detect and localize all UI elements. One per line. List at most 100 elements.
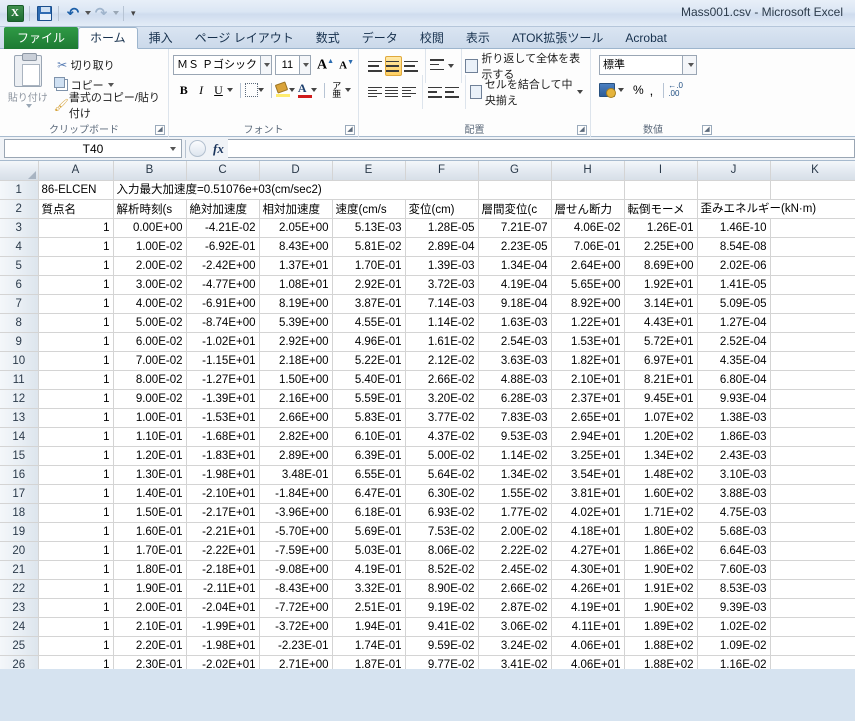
paste-dropdown-icon[interactable] <box>25 104 32 108</box>
tab-acrobat[interactable]: Acrobat <box>614 28 677 49</box>
cell-d20[interactable]: -7.59E+00 <box>259 541 333 561</box>
insert-function-icon[interactable]: fx <box>209 141 228 157</box>
cell-g5[interactable]: 1.34E-04 <box>478 256 552 276</box>
cell-h5[interactable]: 2.64E+00 <box>551 256 625 276</box>
row-header-11[interactable]: 11 <box>0 370 39 390</box>
cell-k10[interactable] <box>770 351 855 371</box>
cell-g21[interactable]: 2.45E-02 <box>478 560 552 580</box>
cell-i24[interactable]: 1.89E+02 <box>624 617 698 637</box>
cell-i20[interactable]: 1.86E+02 <box>624 541 698 561</box>
cell-i18[interactable]: 1.71E+02 <box>624 503 698 523</box>
cell-i12[interactable]: 9.45E+01 <box>624 389 698 409</box>
cell-k8[interactable] <box>770 313 855 333</box>
cell-h4[interactable]: 7.06E-01 <box>551 237 625 257</box>
cell-e12[interactable]: 5.59E-01 <box>332 389 406 409</box>
cell-b26[interactable]: 2.30E-01 <box>113 655 187 669</box>
name-box[interactable]: T40 <box>4 139 182 158</box>
row-header-7[interactable]: 7 <box>0 294 39 314</box>
cell-j25[interactable]: 1.09E-02 <box>697 636 771 656</box>
cell-a11[interactable]: 1 <box>38 370 114 390</box>
cell-d9[interactable]: 2.92E+00 <box>259 332 333 352</box>
cell-j18[interactable]: 4.75E-03 <box>697 503 771 523</box>
cell-b15[interactable]: 1.20E-01 <box>113 446 187 466</box>
cell-e3[interactable]: 5.13E-03 <box>332 218 406 238</box>
cell-k23[interactable] <box>770 598 855 618</box>
column-header-a[interactable]: A <box>38 161 114 181</box>
cell-f20[interactable]: 8.06E-02 <box>405 541 479 561</box>
cell-e23[interactable]: 2.51E-01 <box>332 598 406 618</box>
column-header-g[interactable]: G <box>478 161 552 181</box>
cell-k20[interactable] <box>770 541 855 561</box>
cell-a21[interactable]: 1 <box>38 560 114 580</box>
cell-c19[interactable]: -2.21E+01 <box>186 522 260 542</box>
redo-icon[interactable]: ↷ <box>91 3 111 23</box>
cell-h17[interactable]: 3.81E+01 <box>551 484 625 504</box>
cell-a10[interactable]: 1 <box>38 351 114 371</box>
cell-a18[interactable]: 1 <box>38 503 114 523</box>
cell-c18[interactable]: -2.17E+01 <box>186 503 260 523</box>
cell-k6[interactable] <box>770 275 855 295</box>
cell-h12[interactable]: 2.37E+01 <box>551 389 625 409</box>
cell-i14[interactable]: 1.20E+02 <box>624 427 698 447</box>
comma-style-button[interactable]: , <box>650 83 654 98</box>
cell-g1[interactable] <box>478 180 552 200</box>
grow-font-icon[interactable]: A▲ <box>317 57 334 74</box>
cell-f6[interactable]: 3.72E-03 <box>405 275 479 295</box>
cell-i15[interactable]: 1.34E+02 <box>624 446 698 466</box>
number-format-dropdown-icon[interactable] <box>683 55 697 75</box>
cell-k22[interactable] <box>770 579 855 599</box>
cell-a12[interactable]: 1 <box>38 389 114 409</box>
row-header-17[interactable]: 17 <box>0 484 39 504</box>
cell-g17[interactable]: 1.55E-02 <box>478 484 552 504</box>
tab-data[interactable]: データ <box>351 28 409 49</box>
cell-a13[interactable]: 1 <box>38 408 114 428</box>
row-header-4[interactable]: 4 <box>0 237 39 257</box>
cell-k17[interactable] <box>770 484 855 504</box>
cell-i26[interactable]: 1.88E+02 <box>624 655 698 669</box>
cell-h13[interactable]: 2.65E+01 <box>551 408 625 428</box>
cell-g9[interactable]: 2.54E-03 <box>478 332 552 352</box>
merge-center-dropdown-icon[interactable] <box>577 90 584 94</box>
row-header-15[interactable]: 15 <box>0 446 39 466</box>
cell-g12[interactable]: 6.28E-03 <box>478 389 552 409</box>
select-all-button[interactable] <box>0 161 39 181</box>
decrease-indent-icon[interactable] <box>427 82 443 102</box>
cell-f17[interactable]: 6.30E-02 <box>405 484 479 504</box>
cell-k26[interactable] <box>770 655 855 669</box>
cell-g4[interactable]: 2.23E-05 <box>478 237 552 257</box>
cell-d15[interactable]: 2.89E+00 <box>259 446 333 466</box>
cell-d14[interactable]: 2.82E+00 <box>259 427 333 447</box>
tab-insert[interactable]: 挿入 <box>138 28 184 49</box>
cell-i17[interactable]: 1.60E+02 <box>624 484 698 504</box>
cell-d26[interactable]: 2.71E+00 <box>259 655 333 669</box>
cell-a16[interactable]: 1 <box>38 465 114 485</box>
cell-b9[interactable]: 6.00E-02 <box>113 332 187 352</box>
cell-c2[interactable]: 絶対加速度 <box>186 199 260 219</box>
cell-b19[interactable]: 1.60E-01 <box>113 522 187 542</box>
cell-j14[interactable]: 1.86E-03 <box>697 427 771 447</box>
cell-f3[interactable]: 1.28E-05 <box>405 218 479 238</box>
cell-e4[interactable]: 5.81E-02 <box>332 237 406 257</box>
cell-k4[interactable] <box>770 237 855 257</box>
cell-i22[interactable]: 1.91E+02 <box>624 579 698 599</box>
cell-c4[interactable]: -6.92E-01 <box>186 237 260 257</box>
cell-i1[interactable] <box>624 180 698 200</box>
cell-b5[interactable]: 2.00E-02 <box>113 256 187 276</box>
borders-dropdown-icon[interactable] <box>258 88 265 92</box>
cell-i16[interactable]: 1.48E+02 <box>624 465 698 485</box>
customize-qat-icon[interactable]: ▾ <box>128 8 136 19</box>
fill-color-icon[interactable] <box>274 81 290 97</box>
font-dialog-launcher[interactable]: ◢ <box>345 125 355 135</box>
cell-c23[interactable]: -2.04E+01 <box>186 598 260 618</box>
cell-e2[interactable]: 速度(cm/s <box>332 199 406 219</box>
cell-k12[interactable] <box>770 389 855 409</box>
cell-c26[interactable]: -2.02E+01 <box>186 655 260 669</box>
cell-a19[interactable]: 1 <box>38 522 114 542</box>
cell-d12[interactable]: 2.16E+00 <box>259 389 333 409</box>
cell-j13[interactable]: 1.38E-03 <box>697 408 771 428</box>
cell-h26[interactable]: 4.06E+01 <box>551 655 625 669</box>
row-header-22[interactable]: 22 <box>0 579 39 599</box>
cell-h9[interactable]: 1.53E+01 <box>551 332 625 352</box>
cell-d5[interactable]: 1.37E+01 <box>259 256 333 276</box>
cell-j15[interactable]: 2.43E-03 <box>697 446 771 466</box>
